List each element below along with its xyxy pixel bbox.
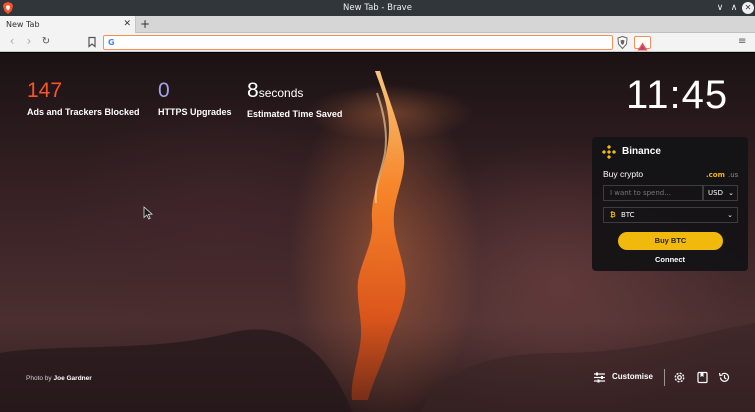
toolbar: ‹ › ↻ G ≡ xyxy=(0,33,755,52)
tab-new-tab[interactable]: New Tab ✕ xyxy=(0,16,136,33)
asset-select[interactable]: ₿ BTC ⌄ xyxy=(603,207,738,223)
binance-logo-icon xyxy=(602,145,616,159)
chevron-down-icon: ⌄ xyxy=(727,211,733,219)
bottom-controls: Customise xyxy=(590,368,740,388)
photo-credit: Photo by Joe Gardner xyxy=(26,375,92,382)
reload-icon[interactable]: ↻ xyxy=(40,36,52,48)
title-bar: New Tab - Brave ∨ ∧ ✕ xyxy=(0,0,755,16)
browser-window: New Tab - Brave ∨ ∧ ✕ New Tab ✕ + ‹ › ↻ … xyxy=(0,0,755,412)
window-title: New Tab - Brave xyxy=(343,3,412,13)
chevron-down-icon: ⌄ xyxy=(728,189,734,197)
brave-shields-icon[interactable] xyxy=(617,36,628,49)
customise-icon[interactable] xyxy=(593,371,606,384)
menu-icon[interactable]: ≡ xyxy=(738,36,746,48)
stat-time-saved: 8seconds Estimated Time Saved xyxy=(247,79,342,119)
connect-button[interactable]: Connect xyxy=(592,255,748,264)
clock: 11:45 xyxy=(626,73,729,117)
trackers-blocked-count: 147 xyxy=(27,79,63,102)
mouse-cursor-icon xyxy=(143,206,153,220)
minimize-button[interactable]: ∨ xyxy=(714,2,726,14)
asset-value: BTC xyxy=(621,211,635,219)
spend-amount-input[interactable] xyxy=(603,185,703,201)
currency-value: USD xyxy=(708,189,723,197)
divider xyxy=(664,369,665,386)
time-saved-count: 8 xyxy=(247,79,259,102)
bookmarks-icon[interactable] xyxy=(696,371,709,384)
tab-strip: New Tab ✕ + xyxy=(0,16,755,33)
rewards-button[interactable] xyxy=(634,36,651,51)
stat-https-upgrades: 0 HTTPS Upgrades xyxy=(158,79,232,117)
https-upgrades-count: 0 xyxy=(158,79,170,102)
trackers-blocked-label: Ads and Trackers Blocked xyxy=(27,107,140,117)
photo-credit-author[interactable]: Joe Gardner xyxy=(53,375,91,382)
address-bar[interactable]: G xyxy=(103,35,613,50)
url-input[interactable] xyxy=(120,37,600,48)
time-saved-value: 8seconds xyxy=(247,79,342,105)
close-window-button[interactable]: ✕ xyxy=(742,2,754,14)
bookmark-icon[interactable] xyxy=(86,36,98,48)
https-upgrades-label: HTTPS Upgrades xyxy=(158,107,232,117)
domain-com-link[interactable]: .com xyxy=(706,171,725,179)
time-saved-label: Estimated Time Saved xyxy=(247,109,343,119)
currency-select[interactable]: USD ⌄ xyxy=(703,185,738,201)
new-tab-button[interactable]: + xyxy=(138,17,152,31)
maximize-button[interactable]: ∧ xyxy=(728,2,740,14)
photo-credit-prefix: Photo by xyxy=(26,375,52,382)
bitcoin-icon: ₿ xyxy=(610,211,616,219)
tab-close-icon[interactable]: ✕ xyxy=(123,18,131,31)
settings-gear-icon[interactable] xyxy=(673,371,686,384)
forward-icon[interactable]: › xyxy=(23,35,35,47)
customise-button[interactable]: Customise xyxy=(612,372,653,381)
buy-btc-button[interactable]: Buy BTC xyxy=(618,232,723,250)
brave-rewards-icon xyxy=(637,42,648,51)
buy-crypto-title: Buy crypto xyxy=(603,169,644,179)
stat-trackers-blocked: 147 Ads and Trackers Blocked xyxy=(27,79,140,117)
binance-widget[interactable]: Binance Buy crypto .com .us USD ⌄ ₿ BTC … xyxy=(592,137,748,271)
time-saved-unit: seconds xyxy=(258,86,304,100)
tab-title: New Tab xyxy=(6,20,40,29)
history-icon[interactable] xyxy=(718,371,731,384)
binance-brand: Binance xyxy=(622,146,661,157)
new-tab-page: 147 Ads and Trackers Blocked 0 HTTPS Upg… xyxy=(0,53,755,412)
google-icon: G xyxy=(108,38,115,47)
back-icon[interactable]: ‹ xyxy=(6,35,18,47)
domain-us-link[interactable]: .us xyxy=(728,171,738,179)
